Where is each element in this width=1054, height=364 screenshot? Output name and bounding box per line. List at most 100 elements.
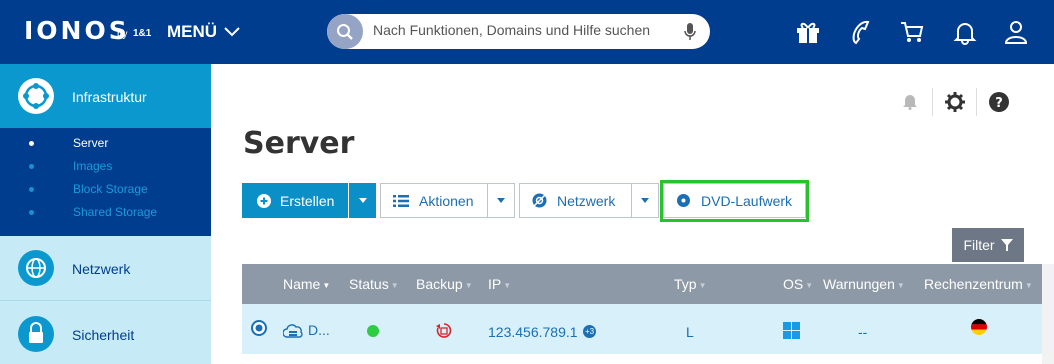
column-header-name[interactable]: Name ▼: [283, 276, 330, 292]
ip-address[interactable]: 123.456.789.1: [488, 324, 578, 340]
sort-caret-icon: ▼: [390, 280, 399, 290]
list-icon: [393, 194, 409, 207]
column-label: Rechenzentrum: [924, 276, 1023, 292]
top-bar: IONOS by 1&1 MENÜ: [0, 0, 1054, 64]
infrastructure-icon: [18, 78, 54, 114]
create-dropdown-button[interactable]: [349, 183, 376, 218]
sidebar-subitem-label: Shared Storage: [73, 205, 158, 219]
user-icon[interactable]: [1003, 19, 1029, 45]
caret-down-icon: [641, 198, 649, 203]
sort-caret-icon: ▼: [896, 280, 905, 290]
network-icon: [532, 193, 547, 208]
menu-button[interactable]: MENÜ: [167, 22, 241, 42]
sidebar: Infrastruktur Server Images Block Storag…: [0, 64, 211, 364]
notification-bell-icon[interactable]: [902, 92, 918, 110]
sort-caret-icon: ▼: [503, 280, 512, 290]
sidebar-subitem-shared-storage[interactable]: Shared Storage: [0, 201, 211, 224]
microphone-icon[interactable]: [684, 23, 696, 41]
bullet: [29, 210, 34, 215]
backup-icon[interactable]: [436, 322, 452, 339]
status-online-dot: [367, 325, 379, 337]
sidebar-item-label: Netzwerk: [72, 261, 131, 277]
sort-caret-icon: ▼: [698, 280, 707, 290]
sidebar-submenu: Server Images Block Storage Shared Stora…: [0, 128, 211, 236]
sort-caret-icon: ▼: [464, 280, 473, 290]
bullet: [29, 187, 34, 192]
logo-brand: 1&1: [133, 28, 152, 39]
column-label: Warnungen: [823, 276, 895, 292]
column-header-datacenter[interactable]: Rechenzentrum ▼: [924, 276, 1033, 292]
sidebar-subitem-images[interactable]: Images: [0, 155, 211, 178]
column-header-backup[interactable]: Backup ▼: [416, 276, 473, 292]
radio-button[interactable]: [251, 320, 267, 336]
search-bar: [327, 14, 710, 49]
sort-caret-icon: ▼: [805, 280, 814, 290]
server-name[interactable]: D...: [308, 322, 330, 338]
lock-icon: [18, 316, 54, 352]
network-button[interactable]: Netzwerk: [519, 183, 632, 218]
gift-icon[interactable]: [795, 19, 821, 45]
server-type: L: [686, 324, 694, 340]
actions-dropdown-button[interactable]: [487, 183, 515, 218]
ip-extra-badge[interactable]: +3: [583, 325, 596, 338]
cart-icon[interactable]: [899, 19, 925, 45]
bullet: [29, 164, 34, 169]
create-button-label: Erstellen: [280, 192, 335, 209]
ionos-logo[interactable]: IONOS: [24, 16, 130, 45]
sidebar-item-sicherheit[interactable]: Sicherheit: [0, 301, 211, 364]
search-button[interactable]: [327, 14, 363, 49]
actions-button-label: Aktionen: [419, 192, 474, 209]
svg-text:?: ?: [995, 96, 1003, 111]
logo-by: by: [117, 29, 128, 40]
scrollbar[interactable]: [1042, 264, 1054, 364]
table-header: Name ▼ Status ▼ Backup ▼ IP ▼ Typ ▼ OS ▼ Warnu…: [242, 264, 1042, 304]
search-input[interactable]: [373, 22, 669, 38]
column-header-type[interactable]: Typ ▼: [674, 276, 707, 292]
warnings-value: --: [858, 324, 868, 340]
column-label: Backup: [416, 276, 463, 292]
menu-label: MENÜ: [167, 22, 218, 41]
filter-button[interactable]: Filter: [952, 228, 1024, 262]
column-header-os[interactable]: OS ▼: [783, 276, 813, 292]
sidebar-item-label: Sicherheit: [72, 327, 135, 343]
network-button-label: Netzwerk: [557, 192, 616, 209]
divider: [932, 88, 933, 116]
create-button[interactable]: Erstellen: [242, 183, 348, 218]
plus-circle-icon: [257, 193, 271, 208]
sidebar-item-netzwerk[interactable]: Netzwerk: [0, 236, 211, 300]
column-label: OS: [783, 276, 804, 292]
sidebar-subitem-label: Images: [73, 159, 113, 173]
filter-button-label: Filter: [963, 237, 995, 253]
sidebar-subitem-server[interactable]: Server: [0, 132, 211, 155]
network-dropdown-button[interactable]: [631, 183, 659, 218]
windows-icon: [783, 322, 800, 339]
sort-caret-icon: ▼: [322, 280, 331, 290]
column-header-ip[interactable]: IP ▼: [488, 276, 511, 292]
network-globe-icon: [18, 250, 54, 286]
sort-caret-icon: ▼: [1024, 280, 1033, 290]
server-cloud-icon: [283, 324, 303, 338]
caret-down-icon: [497, 198, 505, 203]
table-row[interactable]: D... 123.456.789.1 +3 L --: [242, 304, 1042, 354]
germany-flag-icon: [971, 319, 987, 335]
sidebar-item-infrastruktur[interactable]: Infrastruktur: [0, 64, 211, 129]
gear-icon[interactable]: [945, 92, 965, 112]
phone-icon[interactable]: [848, 19, 874, 45]
sidebar-subitem-block-storage[interactable]: Block Storage: [0, 178, 211, 201]
search-icon: [337, 23, 353, 40]
sidebar-item-label: Infrastruktur: [72, 89, 147, 105]
highlight-box: [660, 180, 809, 222]
column-label: Name: [283, 276, 321, 292]
divider: [976, 88, 977, 116]
bell-icon[interactable]: [952, 19, 978, 45]
column-label: Typ: [674, 276, 697, 292]
funnel-icon: [1000, 239, 1013, 251]
column-header-status[interactable]: Status ▼: [349, 276, 399, 292]
column-label: IP: [488, 276, 502, 292]
column-header-warnings[interactable]: Warnungen ▼: [823, 276, 905, 292]
actions-button[interactable]: Aktionen: [380, 183, 488, 218]
help-icon[interactable]: ?: [989, 92, 1009, 112]
sidebar-subitem-label: Server: [73, 136, 109, 150]
column-label: Status: [349, 276, 389, 292]
sidebar-subitem-label: Block Storage: [73, 182, 148, 196]
